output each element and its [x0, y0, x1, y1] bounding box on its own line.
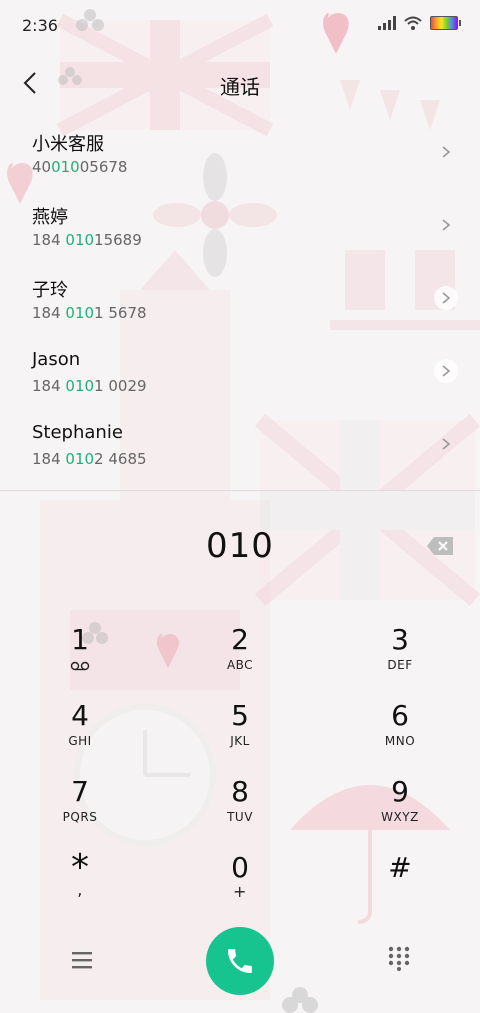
dialpad-toggle-icon[interactable] [386, 945, 412, 971]
contact-number: 184 0101 0029 [32, 377, 147, 395]
menu-icon[interactable] [68, 949, 96, 971]
bottom-bar [0, 925, 480, 1005]
contact-number: 184 01015689 [32, 231, 142, 249]
backspace-icon[interactable] [426, 536, 454, 556]
dial-display: 010 [0, 520, 480, 580]
key-9[interactable]: 9 WXYZ [340, 776, 460, 846]
chevron-right-icon[interactable] [434, 213, 458, 237]
phone-icon [228, 949, 252, 973]
key-6[interactable]: 6 MNO [340, 700, 460, 770]
header: 通话 [0, 58, 480, 110]
signal-icon [378, 16, 396, 30]
status-time: 2:36 [22, 16, 58, 35]
key-1[interactable]: 1 [20, 624, 140, 694]
result-item[interactable]: 小米客服 4001005678 [0, 118, 480, 191]
wifi-icon [404, 16, 422, 30]
key-0[interactable]: 0 + [180, 852, 300, 922]
result-item[interactable]: 子玲 184 0101 5678 [0, 264, 480, 337]
contact-name: Stephanie [32, 422, 123, 443]
contact-name: Jason [32, 349, 81, 370]
page-title: 通话 [220, 75, 260, 99]
call-button[interactable] [206, 927, 274, 995]
key-5[interactable]: 5 JKL [180, 700, 300, 770]
contact-name: 燕婷 [32, 207, 68, 228]
result-item[interactable]: Stephanie 184 0102 4685 [0, 410, 480, 483]
status-bar: 2:36 [0, 0, 480, 50]
result-item[interactable]: Jason 184 0101 0029 [0, 337, 480, 410]
dialed-number: 010 [206, 526, 274, 566]
key-star[interactable]: *, [20, 850, 140, 922]
search-results-list: 小米客服 4001005678 燕婷 184 01015689 子玲 184 0… [0, 118, 480, 483]
contact-number: 184 0102 4685 [32, 450, 147, 468]
key-7[interactable]: 7 PQRS [20, 776, 140, 846]
divider [0, 490, 480, 491]
contact-name: 子玲 [32, 280, 68, 301]
chevron-right-icon[interactable] [434, 140, 458, 164]
key-2[interactable]: 2 ABC [180, 624, 300, 694]
contact-number: 184 0101 5678 [32, 304, 147, 322]
chevron-right-icon[interactable] [434, 359, 458, 383]
chevron-right-icon[interactable] [434, 432, 458, 456]
result-item[interactable]: 燕婷 184 01015689 [0, 191, 480, 264]
chevron-right-icon[interactable] [434, 286, 458, 310]
voicemail-icon [70, 661, 90, 671]
battery-icon [430, 16, 461, 30]
contact-number: 4001005678 [32, 158, 128, 176]
key-4[interactable]: 4 GHI [20, 700, 140, 770]
key-8[interactable]: 8 TUV [180, 776, 300, 846]
contact-name: 小米客服 [32, 134, 104, 155]
key-3[interactable]: 3 DEF [340, 624, 460, 694]
key-hash[interactable]: # [340, 852, 460, 922]
